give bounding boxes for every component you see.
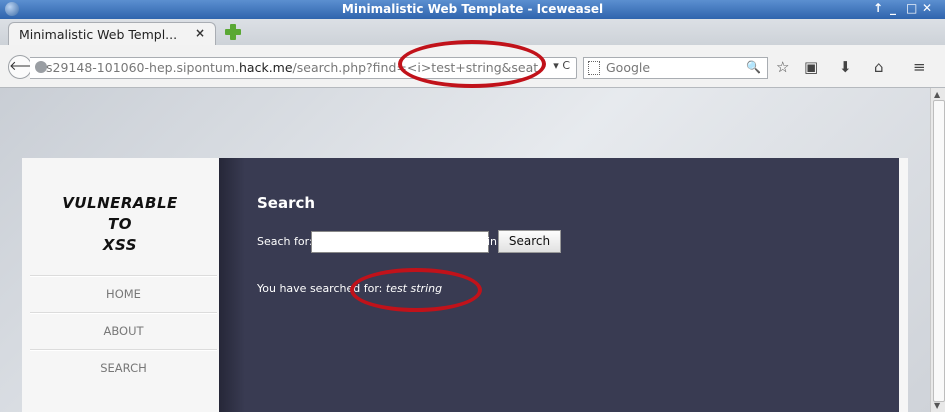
scroll-down-arrow-icon[interactable]: ▼ [934,401,940,410]
in-label: in [487,235,498,248]
back-arrow-icon[interactable]: 🡐 [8,55,44,79]
home-icon[interactable]: ⌂ [874,58,884,76]
nav-link-about[interactable]: ABOUT [30,312,217,348]
tab-active[interactable]: Minimalistic Web Templ... × [8,22,216,46]
page-heading: Search [257,194,316,212]
nav-link-search[interactable]: SEARCH [30,349,217,385]
search-input[interactable] [311,231,489,253]
window-title: Minimalistic Web Template - Iceweasel [341,2,604,16]
site-logo: Vulnerable to XSS [62,194,178,254]
tab-label: Minimalistic Web Templ... [19,27,178,42]
window-maximize-button[interactable]: □ [906,1,917,15]
clipboard-icon[interactable]: ▣ [804,58,818,76]
download-icon[interactable]: ⬇ [839,58,852,76]
scroll-up-arrow-icon[interactable]: ▲ [934,90,940,99]
window-titlebar: Minimalistic Web Template - Iceweasel ↑ … [0,0,945,19]
window-close-button[interactable]: ✕ [922,1,932,15]
search-label: Seach for: [257,235,313,248]
search-button[interactable]: Search [498,230,561,253]
scrollbar-thumb[interactable] [933,100,945,402]
window-minimize-button[interactable]: _ [890,1,896,15]
web-search-box[interactable]: Google 🔍 [583,57,768,79]
menu-icon[interactable]: ≡ [913,58,926,76]
url-dropdown-reload-icon[interactable]: ▾ C [553,59,570,72]
search-engine-icon[interactable] [588,61,600,75]
annotation-oval-result [350,268,482,312]
search-placeholder: Google [606,60,651,75]
new-tab-plus-icon[interactable] [224,23,242,41]
window-raise-button[interactable]: ↑ [873,1,883,15]
search-icon[interactable]: 🔍 [746,60,761,74]
tab-close-icon[interactable]: × [195,26,205,40]
annotation-oval-url [398,40,546,88]
nav-link-home[interactable]: HOME [30,275,217,311]
vertical-scrollbar[interactable]: ▲ ▼ [930,88,945,412]
star-icon[interactable]: ☆ [776,58,789,76]
